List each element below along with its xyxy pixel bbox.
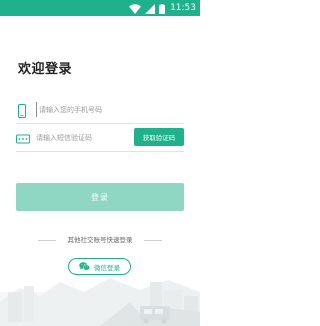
wechat-login-label: 微信登录 [94,263,120,272]
status-bar: 11:53 [0,0,200,16]
wechat-login-button[interactable]: 微信登录 [68,258,131,275]
signal-icon [145,0,156,18]
other-login-divider: 其他社交账号快速登录 [0,235,200,245]
wifi-icon [129,0,142,18]
battery-icon [159,0,166,18]
login-screen: 11:53 欢迎登录 获取验证码 登录 其他社交账号快速 [0,0,200,326]
phone-row [16,97,184,124]
phone-icon [16,103,28,118]
divider-line-right [144,240,162,241]
page-title: 欢迎登录 [18,62,73,77]
sms-code-icon [16,131,30,145]
sms-code-row: 获取验证码 [16,125,184,152]
wechat-icon [79,262,90,271]
other-login-text: 其他社交账号快速登录 [67,236,133,244]
status-time: 11:53 [170,3,196,13]
login-button[interactable]: 登录 [16,183,184,211]
get-code-button[interactable]: 获取验证码 [134,128,184,146]
phone-input[interactable] [36,102,159,117]
status-icons: 11:53 [129,2,196,14]
